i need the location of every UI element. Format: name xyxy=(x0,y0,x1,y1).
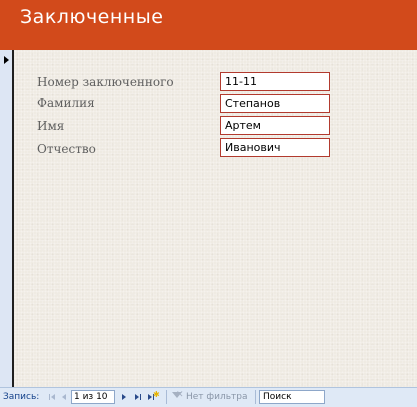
prisoner-number-field[interactable]: 11-11 xyxy=(220,72,330,91)
field-label-patronymic: Отчество xyxy=(37,142,96,156)
next-record-button[interactable] xyxy=(119,391,129,403)
field-label-last-name: Фамилия xyxy=(37,96,95,110)
filter-toggle[interactable]: ✕ Нет фильтра xyxy=(172,390,252,403)
new-record-button[interactable]: ✱ xyxy=(147,391,160,403)
navbar-separator xyxy=(166,390,167,404)
field-label-first-name: Имя xyxy=(37,119,65,133)
form-title: Заключенные xyxy=(20,6,164,28)
record-label: Запись: xyxy=(3,392,40,402)
record-selector[interactable] xyxy=(0,50,14,387)
search-input[interactable]: Поиск xyxy=(259,390,325,404)
record-navigation-bar: Запись: 1 из 10 ✱ ✕ Нет фильтра Поиск xyxy=(0,387,417,407)
last-record-button[interactable] xyxy=(133,391,143,403)
navbar-separator xyxy=(255,390,256,404)
patronymic-field[interactable]: Иванович xyxy=(220,138,330,157)
filter-status-label: Нет фильтра xyxy=(186,392,248,402)
form-header: Заключенные xyxy=(0,0,417,50)
last-name-field[interactable]: Степанов xyxy=(220,94,330,113)
filter-cross-icon: ✕ xyxy=(176,390,184,400)
current-record-input[interactable]: 1 из 10 xyxy=(71,390,115,404)
first-name-field[interactable]: Артем xyxy=(220,116,330,135)
first-record-button[interactable] xyxy=(48,391,58,403)
field-label-prisoner-number: Номер заключенного xyxy=(37,75,174,89)
previous-record-button[interactable] xyxy=(59,391,69,403)
current-record-arrow-icon xyxy=(4,56,9,64)
form-detail: Номер заключенного 11-11 Фамилия Степано… xyxy=(14,50,417,387)
